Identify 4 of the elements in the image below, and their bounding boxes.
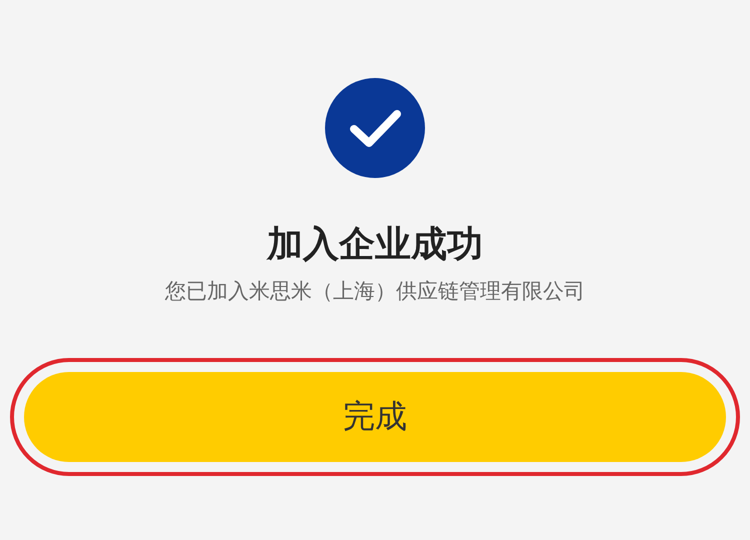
success-message: 您已加入米思米（上海）供应链管理有限公司 bbox=[165, 278, 585, 305]
check-icon bbox=[325, 78, 425, 178]
done-button[interactable]: 完成 bbox=[24, 372, 726, 462]
success-title: 加入企业成功 bbox=[267, 224, 483, 266]
